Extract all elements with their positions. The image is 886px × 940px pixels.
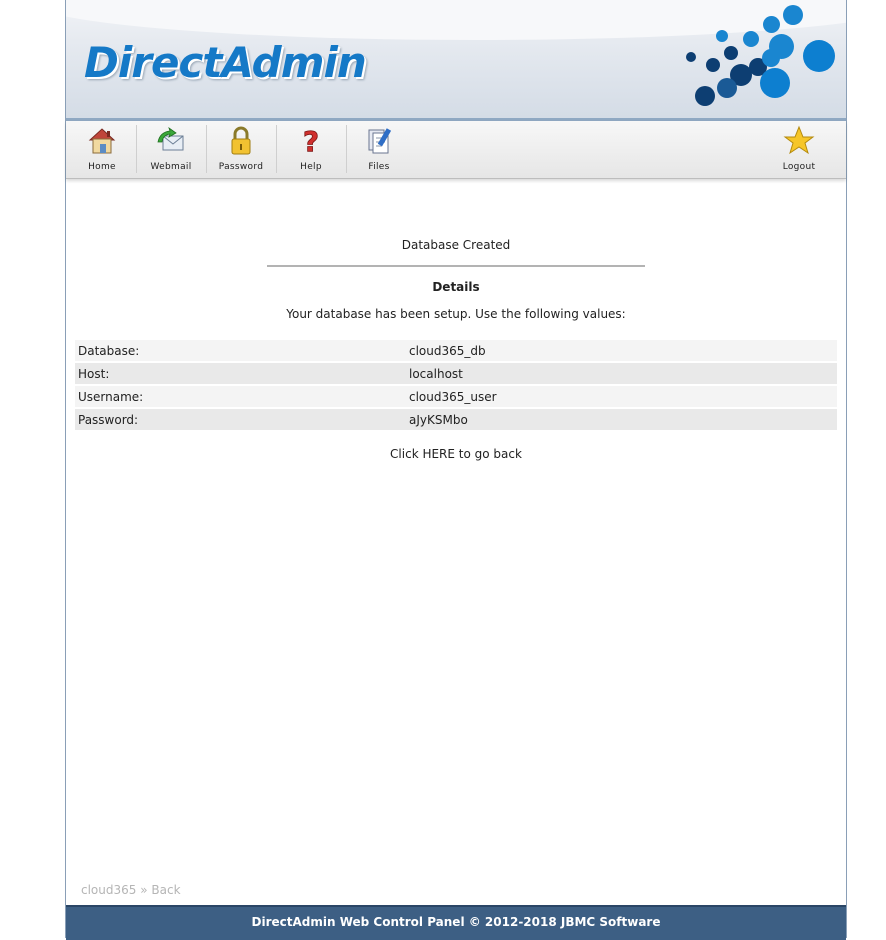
webmail-button[interactable]: Webmail — [137, 121, 205, 178]
toolbar: Home Webmail Password ? Help Files Logou… — [66, 121, 846, 179]
files-label: Files — [368, 162, 390, 172]
divider-line — [267, 265, 645, 267]
svg-text:?: ? — [303, 125, 319, 158]
files-button[interactable]: Files — [345, 121, 413, 178]
row-value: cloud365_user — [406, 386, 837, 407]
home-icon — [88, 128, 116, 154]
table-row: Database: cloud365_db — [75, 340, 837, 361]
directadmin-logo[interactable]: DirectAdmin — [84, 38, 367, 87]
breadcrumb-user[interactable]: cloud365 — [81, 883, 136, 897]
go-back-link[interactable]: Click HERE to go back — [390, 447, 522, 461]
logout-label: Logout — [782, 162, 816, 172]
help-label: Help — [300, 162, 322, 172]
page-frame: DirectAdmin Home Webmail Password ? Help… — [65, 0, 847, 940]
details-heading: Details — [432, 280, 480, 294]
lock-icon — [231, 126, 251, 155]
row-label: Host: — [75, 363, 406, 384]
help-icon: ? — [302, 125, 319, 158]
header-banner: DirectAdmin — [66, 0, 846, 121]
row-label: Password: — [75, 409, 406, 430]
header-wave — [66, 0, 846, 40]
row-value: aJyKSMbo — [406, 409, 837, 430]
table-row: Host: localhost — [75, 363, 837, 384]
help-button[interactable]: ? Help — [277, 121, 345, 178]
webmail-icon — [157, 126, 184, 151]
home-button[interactable]: Home — [68, 121, 136, 178]
table-row: Username: cloud365_user — [75, 386, 837, 407]
breadcrumb-back[interactable]: Back — [151, 883, 180, 897]
password-label: Password — [218, 162, 264, 172]
database-values-table: Database: cloud365_db Host: localhost Us… — [75, 338, 837, 432]
password-button[interactable]: Password — [207, 121, 275, 178]
breadcrumb-separator: » — [140, 883, 148, 897]
row-value: cloud365_db — [406, 340, 837, 361]
star-icon — [783, 125, 815, 155]
logout-button[interactable]: Logout — [765, 121, 833, 178]
row-label: Database: — [75, 340, 406, 361]
webmail-label: Webmail — [150, 162, 192, 172]
page-title: Database Created — [401, 238, 511, 252]
back-link-container: Click HERE to go back — [66, 447, 846, 461]
breadcrumb: cloud365 » Back — [81, 883, 181, 897]
row-value: localhost — [406, 363, 837, 384]
files-icon — [368, 128, 392, 154]
home-label: Home — [88, 162, 116, 172]
table-row: Password: aJyKSMbo — [75, 409, 837, 430]
setup-message: Your database has been setup. Use the fo… — [286, 307, 626, 321]
footer: DirectAdmin Web Control Panel © 2012-201… — [66, 905, 846, 940]
row-label: Username: — [75, 386, 406, 407]
